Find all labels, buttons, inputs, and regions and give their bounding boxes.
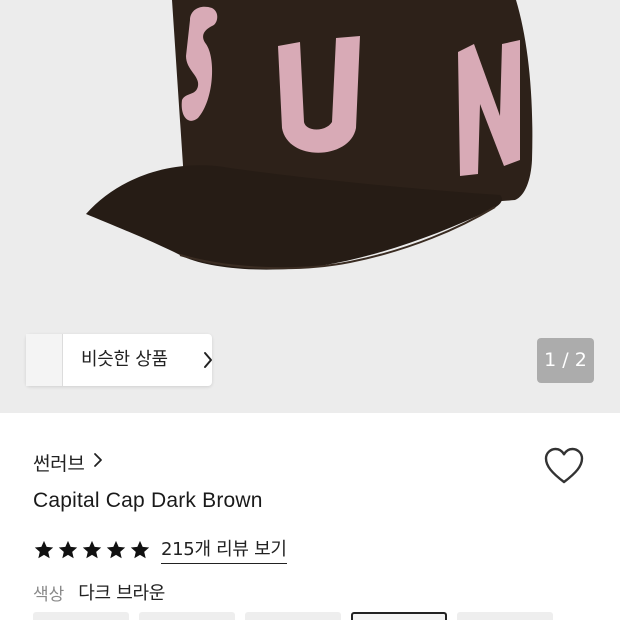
rating-stars — [33, 539, 151, 561]
chevron-right-icon — [93, 452, 103, 474]
similar-product-thumbnails — [26, 334, 66, 386]
color-option[interactable] — [139, 612, 235, 620]
color-option-selected[interactable] — [351, 612, 447, 620]
product-info: 썬러브 Capital Cap Dark Brown 215개 리뷰 보기 색상… — [0, 413, 620, 620]
similar-products-button[interactable]: 비슷한 상품 — [26, 334, 212, 386]
brand-name: 썬러브 — [33, 453, 85, 475]
color-label: 색상 — [33, 584, 65, 605]
color-row: 색상 다크 브라운 — [33, 579, 165, 605]
star-icon — [34, 540, 54, 558]
brand-link[interactable]: 썬러브 — [33, 449, 103, 476]
star-icon — [130, 540, 150, 558]
heart-icon[interactable] — [543, 446, 585, 486]
color-option[interactable] — [33, 612, 129, 620]
color-options — [33, 612, 553, 620]
star-icon — [106, 540, 126, 558]
product-title: Capital Cap Dark Brown — [33, 489, 263, 512]
color-value: 다크 브라운 — [78, 583, 166, 604]
color-option[interactable] — [457, 612, 553, 620]
color-option[interactable] — [245, 612, 341, 620]
chevron-right-icon — [202, 350, 214, 374]
similar-thumbnail — [43, 334, 63, 386]
star-icon — [58, 540, 78, 558]
image-counter: 1 / 2 — [537, 338, 594, 383]
star-icon — [82, 540, 102, 558]
rating-row: 215개 리뷰 보기 — [33, 535, 287, 564]
review-link[interactable]: 215개 리뷰 보기 — [161, 535, 287, 564]
product-image-area[interactable]: 비슷한 상품 1 / 2 — [0, 0, 620, 413]
similar-products-label: 비슷한 상품 — [81, 349, 168, 370]
